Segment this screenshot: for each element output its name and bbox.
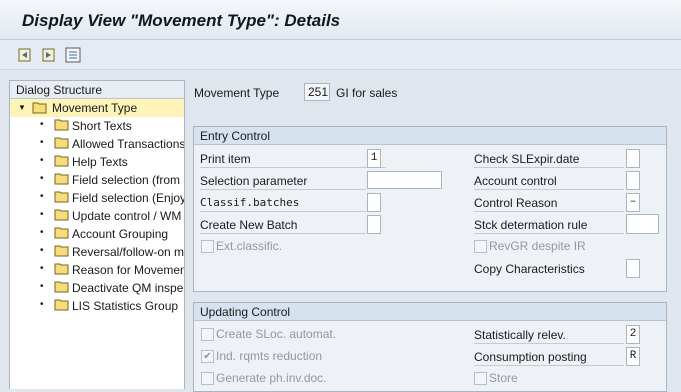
check-slexpir-field[interactable]: [626, 149, 640, 168]
folder-icon: [54, 245, 69, 260]
tree-item-label: Field selection (from: [72, 173, 181, 187]
generate-phinv-checkbox[interactable]: [201, 372, 214, 385]
tree-item[interactable]: • Reason for Movement: [10, 261, 185, 279]
tree-item-label: Account Grouping: [72, 227, 169, 241]
ind-rqmts-checkbox[interactable]: ✔: [201, 350, 214, 363]
bullet-icon: •: [40, 119, 44, 130]
dialog-structure-panel: Dialog Structure ▼ Movement Type • Short…: [9, 80, 185, 389]
tree-item[interactable]: • Field selection (from: [10, 171, 184, 189]
check-slexpir-label: Check SLExpir.date: [474, 149, 624, 168]
bullet-icon: •: [40, 281, 44, 292]
create-sloc-checkbox[interactable]: [201, 328, 214, 341]
control-reason-label: Control Reason: [474, 193, 624, 212]
generate-phinv-label: Generate ph.inv.doc.: [216, 371, 327, 385]
bullet-icon: •: [40, 155, 44, 166]
bullet-icon: •: [40, 191, 44, 202]
tree-item[interactable]: • Update control / WM: [10, 207, 184, 225]
folder-icon: [54, 119, 69, 134]
ind-rqmts-label: Ind. rqmts reduction: [216, 349, 323, 363]
movement-type-label: Movement Type: [194, 86, 280, 100]
folder-icon: [54, 281, 69, 296]
bullet-icon: •: [40, 227, 44, 238]
tree-item-movement-type[interactable]: ▼ Movement Type: [10, 99, 184, 117]
folder-icon: [54, 155, 69, 170]
stck-determination-label: Stck determation rule: [474, 215, 624, 234]
revgr-label: RevGR despite IR: [489, 239, 586, 253]
create-sloc-label: Create SLoc. automat.: [216, 327, 337, 341]
bullet-icon: •: [40, 263, 44, 274]
ext-classific-label: Ext.classific.: [216, 239, 283, 253]
bullet-icon: •: [40, 299, 44, 310]
tree-item-label: Field selection (Enjoy: [72, 191, 185, 205]
tree-item-label: Short Texts: [72, 119, 132, 133]
tree-item-label: Reason for Movement: [72, 263, 185, 277]
tree-item[interactable]: • Deactivate QM inspe: [10, 279, 184, 297]
consumption-posting-field[interactable]: R: [626, 347, 640, 366]
bullet-icon: •: [40, 209, 44, 220]
movement-type-field[interactable]: 251: [304, 83, 330, 101]
tree-item[interactable]: • Account Grouping: [10, 225, 184, 243]
bullet-icon: •: [40, 245, 44, 256]
tree-item-label: Allowed Transactions: [72, 137, 185, 151]
copy-characteristics-field[interactable]: [626, 259, 640, 278]
print-item-label: Print item: [200, 149, 386, 168]
control-reason-field[interactable]: –: [626, 193, 640, 212]
revgr-checkbox[interactable]: [474, 240, 487, 253]
ext-classific-checkbox[interactable]: [201, 240, 214, 253]
tree-item-label: LIS Statistics Group: [72, 299, 179, 313]
tree-item[interactable]: • Help Texts: [10, 153, 184, 171]
stck-determination-field[interactable]: [626, 214, 659, 234]
folder-icon: [54, 137, 69, 152]
tree-item[interactable]: • Reversal/follow-on m: [10, 243, 185, 261]
tree-item-label: Update control / WM: [72, 209, 182, 223]
entry-control-header: Entry Control: [194, 127, 666, 145]
selection-parameter-label: Selection parameter: [200, 171, 366, 190]
tree-item[interactable]: • LIS Statistics Group: [10, 297, 184, 315]
tree-item[interactable]: • Short Texts: [10, 117, 184, 135]
tree-item[interactable]: • Allowed Transactions: [10, 135, 185, 153]
classif-batches-field[interactable]: [367, 193, 381, 212]
folder-icon: [54, 263, 69, 278]
folder-icon: [54, 173, 69, 188]
application-toolbar: [0, 40, 681, 70]
tree-item-label: Deactivate QM inspe: [72, 281, 184, 295]
store-checkbox[interactable]: [474, 372, 487, 385]
print-item-field[interactable]: 1: [367, 149, 381, 168]
account-control-label: Account control: [474, 171, 624, 190]
title-bar: Display View "Movement Type": Details: [0, 0, 681, 40]
account-control-field[interactable]: [626, 171, 640, 190]
store-label: Store: [489, 371, 518, 385]
copy-characteristics-label: Copy Characteristics: [474, 262, 585, 276]
selection-parameter-field[interactable]: [367, 171, 442, 189]
statistically-relev-label: Statistically relev.: [474, 325, 624, 344]
next-entry-icon[interactable]: [40, 46, 58, 64]
create-new-batch-label: Create New Batch: [200, 215, 366, 234]
expand-arrow-icon[interactable]: ▼: [18, 103, 26, 112]
consumption-posting-label: Consumption posting: [474, 347, 624, 366]
folder-icon: [54, 227, 69, 242]
create-new-batch-field[interactable]: [367, 215, 381, 234]
folder-icon: [54, 209, 69, 224]
variable-list-icon[interactable]: [64, 46, 82, 64]
movement-type-description: GI for sales: [336, 86, 398, 100]
statistically-relev-field[interactable]: 2: [626, 325, 640, 344]
folder-icon: [54, 299, 69, 314]
dialog-structure-header: Dialog Structure: [10, 81, 184, 99]
bullet-icon: •: [40, 137, 44, 148]
folder-icon: [54, 191, 69, 206]
updating-control-header: Updating Control: [194, 303, 666, 321]
tree-item[interactable]: • Field selection (Enjoy: [10, 189, 185, 207]
tree-item-label: Help Texts: [72, 155, 128, 169]
tree-item-label: Movement Type: [52, 101, 138, 115]
folder-open-icon: [32, 101, 48, 117]
tree-item-label: Reversal/follow-on m: [72, 245, 185, 259]
bullet-icon: •: [40, 173, 44, 184]
window-title: Display View "Movement Type": Details: [22, 11, 341, 30]
prev-entry-icon[interactable]: [16, 46, 34, 64]
classif-batches-label: Classif.batches: [200, 193, 366, 212]
